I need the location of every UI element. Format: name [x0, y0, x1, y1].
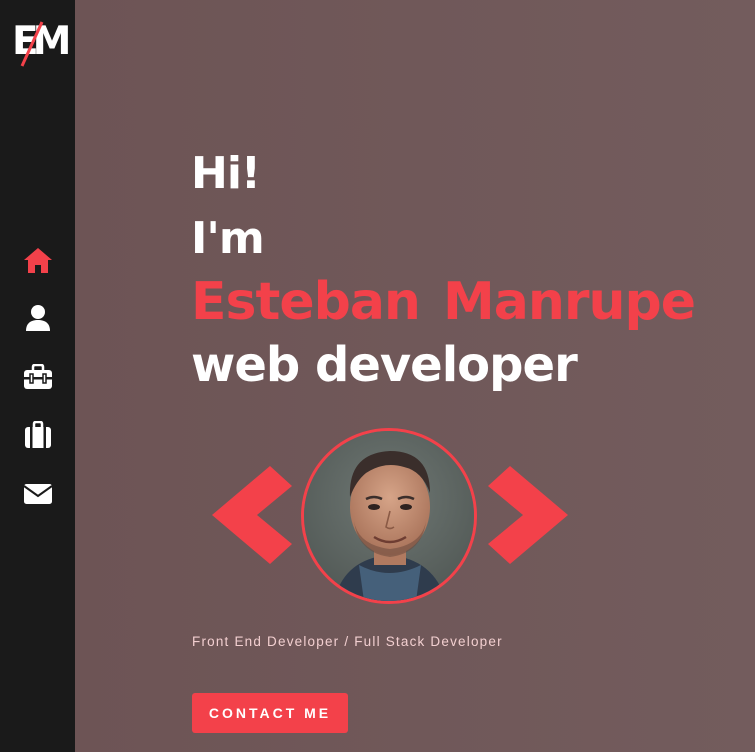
- contact-me-button[interactable]: CONTACT ME: [192, 693, 348, 733]
- envelope-icon: [23, 484, 53, 504]
- brand-logo[interactable]: EM: [12, 16, 72, 68]
- chevron-left-icon: [212, 466, 292, 564]
- home-icon: [24, 248, 52, 273]
- logo-slash-mark: [20, 21, 44, 67]
- avatar: [301, 428, 477, 604]
- hero-name: Esteban Manrupe: [191, 272, 696, 332]
- hero-section: Hi! I'm Esteban Manrupe web developer Fr…: [75, 0, 755, 752]
- nav-about[interactable]: [22, 303, 54, 333]
- hero-intro: I'm: [191, 213, 265, 264]
- sidebar: EM: [0, 0, 75, 752]
- nav-home[interactable]: [22, 245, 54, 275]
- user-icon: [26, 305, 50, 331]
- profile-photo: [304, 431, 474, 601]
- chevron-right-icon: [488, 466, 568, 564]
- suitcase-icon: [25, 421, 51, 448]
- nav-contact[interactable]: [22, 479, 54, 509]
- toolbox-icon: [24, 364, 52, 389]
- hero-greeting: Hi!: [191, 148, 261, 199]
- hero-subtitle: Front End Developer / Full Stack Develop…: [192, 634, 503, 649]
- hero-role: web developer: [191, 337, 578, 393]
- nav-portfolio[interactable]: [22, 420, 54, 450]
- nav-skills[interactable]: [22, 362, 54, 392]
